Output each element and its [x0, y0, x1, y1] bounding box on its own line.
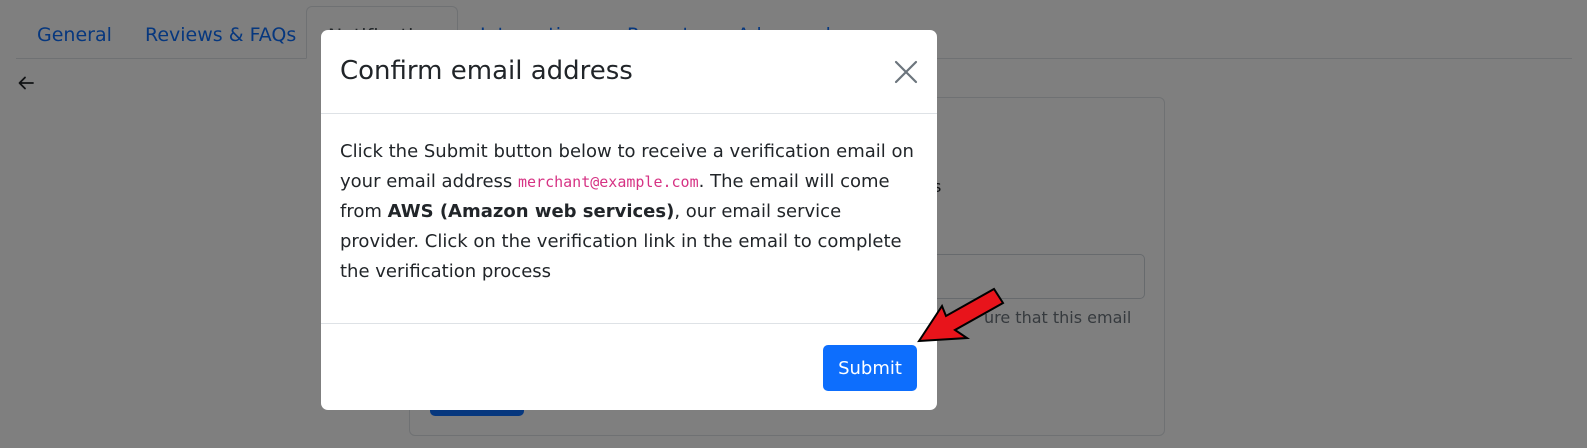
- modal-title: Confirm email address: [340, 56, 633, 86]
- modal-footer: Submit: [321, 323, 937, 410]
- confirm-email-modal: Confirm email address Click the Submit b…: [321, 30, 937, 410]
- red-arrow-icon: [917, 287, 1005, 343]
- close-button[interactable]: [893, 57, 919, 87]
- provider-name: AWS (Amazon web services): [387, 201, 675, 222]
- email-address: merchant@example.com: [518, 173, 699, 191]
- modal-body: Click the Submit button below to receive…: [340, 137, 915, 287]
- submit-button[interactable]: Submit: [823, 345, 917, 391]
- modal-header: Confirm email address: [321, 30, 937, 114]
- close-icon: [894, 60, 918, 84]
